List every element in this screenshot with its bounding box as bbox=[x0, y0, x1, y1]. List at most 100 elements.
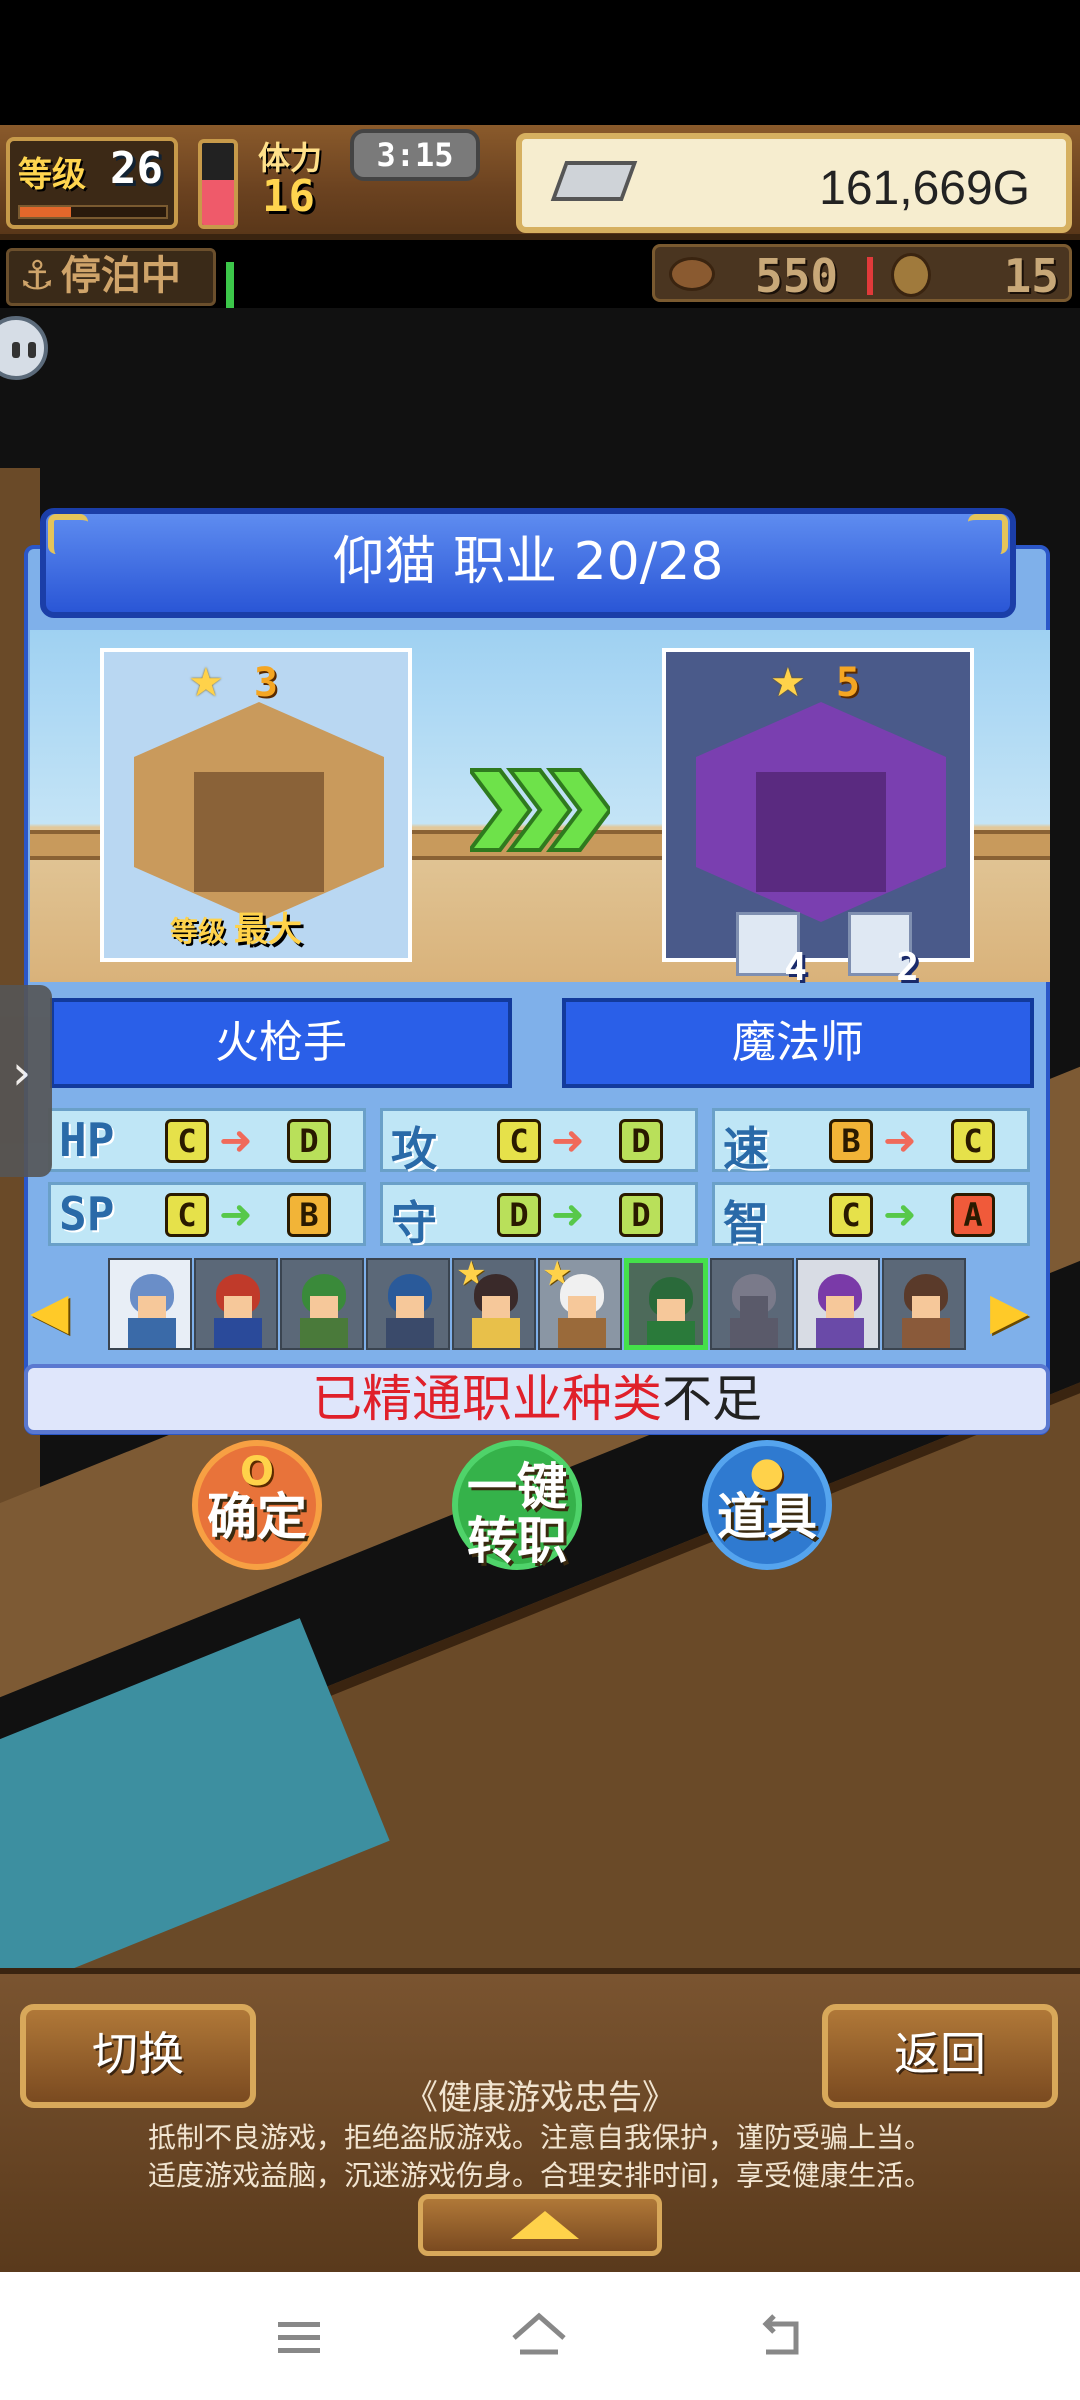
one-click-label-2: 转职 bbox=[467, 1512, 567, 1570]
resource-separator bbox=[867, 257, 873, 295]
one-click-job-change-button[interactable]: 一键 转职 bbox=[452, 1440, 582, 1570]
stamina-bar bbox=[198, 139, 238, 229]
grade-from: D bbox=[497, 1193, 541, 1237]
current-job-level: 等级 最大 bbox=[170, 902, 302, 951]
grade-from: C bbox=[165, 1193, 209, 1237]
target-job-label: 魔法师 bbox=[562, 998, 1034, 1088]
job-option[interactable] bbox=[796, 1258, 880, 1350]
confirm-icon: O bbox=[239, 1449, 274, 1495]
menu-icon[interactable] bbox=[264, 2302, 334, 2372]
grade-to: D bbox=[619, 1193, 663, 1237]
money-bag-icon: ● bbox=[749, 1449, 785, 1495]
grade-to: D bbox=[619, 1119, 663, 1163]
star-icon: ★ bbox=[770, 660, 806, 706]
level-label: 等级 bbox=[18, 155, 86, 195]
status-bar bbox=[0, 0, 1080, 125]
status-message-text: 不足 bbox=[662, 1370, 762, 1428]
chevron-up-icon bbox=[511, 2211, 579, 2239]
job-option[interactable] bbox=[108, 1258, 192, 1350]
job-option[interactable] bbox=[882, 1258, 966, 1350]
stamina-timer: 3:15 bbox=[350, 129, 480, 181]
gold-box[interactable]: 161,669G bbox=[516, 133, 1072, 233]
wand-item-icon: 4 bbox=[736, 912, 807, 989]
target-job-rank: ★ 5 bbox=[770, 660, 860, 706]
chevron-right-icon: › bbox=[12, 1045, 32, 1101]
resource-a-value: 550 bbox=[755, 249, 839, 303]
stamina-value: 16 bbox=[262, 171, 315, 222]
confirm-button[interactable]: O 确定 bbox=[192, 1440, 322, 1570]
level-max-value: 最大 bbox=[234, 910, 303, 950]
grade-to: C bbox=[951, 1119, 995, 1163]
anchor-icon: ⚓ bbox=[19, 253, 55, 299]
stat-comparison: HP C ➜ D 攻 C ➜ D 速 B ➜ C SP C ➜ B 守 D ➜ D 智 C ➜ A bbox=[48, 1108, 1030, 1250]
current-job-label: 火枪手 bbox=[50, 998, 512, 1088]
grade-to: A bbox=[951, 1193, 995, 1237]
target-job-card: ★ 5 bbox=[662, 648, 974, 962]
current-job-room bbox=[134, 702, 384, 922]
arrow-up-icon: ➜ bbox=[219, 1192, 253, 1238]
game-hud: 等级 26 体力 16 3:15 161,669G bbox=[0, 125, 1080, 240]
arrow-up-icon: ➜ bbox=[551, 1192, 585, 1238]
level-exp-fill bbox=[20, 207, 72, 217]
dock-indicator bbox=[226, 262, 234, 308]
grade-from: C bbox=[165, 1119, 209, 1163]
stat-name: 攻 bbox=[391, 1122, 437, 1176]
title-corner bbox=[968, 514, 1008, 554]
job-option[interactable] bbox=[710, 1258, 794, 1350]
meat-icon bbox=[669, 257, 715, 291]
dock-status[interactable]: ⚓ 停泊中 bbox=[6, 248, 216, 306]
panel-title: 仰猫 职业 20/28 bbox=[40, 508, 1016, 618]
resource-bar: 550 15 bbox=[652, 244, 1072, 303]
level-box: 等级 26 bbox=[6, 137, 178, 229]
current-job-rank: ★ 3 bbox=[188, 660, 278, 706]
status-message-highlight: 已精通职业种类 bbox=[312, 1370, 662, 1428]
job-option[interactable]: ★ bbox=[538, 1258, 622, 1350]
stat-row: 速 B ➜ C bbox=[712, 1108, 1030, 1176]
grade-from: C bbox=[829, 1193, 873, 1237]
title-corner bbox=[48, 514, 88, 554]
job-option[interactable]: ★ bbox=[452, 1258, 536, 1350]
job-option[interactable] bbox=[194, 1258, 278, 1350]
arrow-down-icon: ➜ bbox=[219, 1118, 253, 1164]
bottom-bar: 切换 返回 《健康游戏忠告》 抵制不良游戏，拒绝盗版游戏。注意自我保护，谨防受骗… bbox=[0, 1968, 1080, 2272]
item-count: 4 bbox=[784, 945, 807, 989]
next-arrow-icon[interactable]: ▶ bbox=[990, 1282, 1028, 1340]
job-option[interactable] bbox=[280, 1258, 364, 1350]
star-icon: ★ bbox=[188, 660, 224, 706]
side-drawer-handle[interactable]: › bbox=[0, 985, 52, 1177]
gold-value: 161,669G bbox=[819, 162, 1030, 215]
item-count: 2 bbox=[896, 945, 919, 989]
dock-status-label: 停泊中 bbox=[60, 253, 181, 299]
stat-name: 守 bbox=[391, 1196, 437, 1250]
stat-name: HP bbox=[59, 1113, 115, 1167]
target-rank-value: 5 bbox=[835, 660, 860, 706]
arrow-down-icon: ➜ bbox=[883, 1118, 917, 1164]
system-nav-bar bbox=[0, 2272, 1080, 2400]
health-notice-title: 《健康游戏忠告》 bbox=[404, 2078, 676, 2118]
level-label: 等级 bbox=[170, 915, 227, 948]
current-rank-value: 3 bbox=[253, 660, 278, 706]
triple-arrow-icon bbox=[470, 768, 610, 852]
stat-row: 智 C ➜ A bbox=[712, 1182, 1030, 1250]
confirm-label: 确定 bbox=[207, 1488, 307, 1546]
items-button[interactable]: ● 道具 bbox=[702, 1440, 832, 1570]
job-option-selected[interactable] bbox=[624, 1258, 708, 1350]
grade-to: D bbox=[287, 1119, 331, 1163]
stamina-fill bbox=[202, 179, 234, 225]
back-icon[interactable] bbox=[744, 2302, 814, 2372]
staff-item-icon: 2 bbox=[848, 912, 919, 989]
expand-button[interactable] bbox=[418, 2194, 662, 2256]
grade-to: B bbox=[287, 1193, 331, 1237]
grade-from: C bbox=[497, 1119, 541, 1163]
health-notice-line: 抵制不良游戏，拒绝盗版游戏。注意自我保护，谨防受骗上当。 bbox=[147, 2121, 932, 2154]
medal-icon bbox=[891, 253, 931, 297]
stat-name: 速 bbox=[723, 1122, 769, 1176]
stat-row: SP C ➜ B bbox=[48, 1182, 366, 1246]
arrow-up-icon: ➜ bbox=[883, 1192, 917, 1238]
job-option[interactable] bbox=[366, 1258, 450, 1350]
prev-arrow-icon[interactable]: ◀ bbox=[30, 1282, 68, 1340]
home-icon[interactable] bbox=[504, 2302, 574, 2372]
current-job-card: ★ 3 等级 最大 bbox=[100, 648, 412, 962]
level-exp-bar bbox=[18, 205, 168, 219]
health-notice-line: 适度游戏益脑，沉迷游戏伤身。合理安排时间，享受健康生活。 bbox=[147, 2159, 932, 2192]
